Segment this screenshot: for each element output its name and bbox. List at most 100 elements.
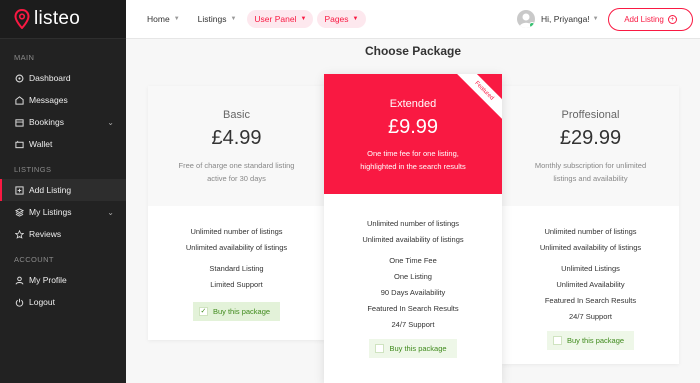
sidebar-item-label: Bookings	[29, 117, 64, 127]
package-card-professional: Proffesional £29.99 Monthly subscription…	[502, 86, 679, 364]
checkbox-icon	[552, 336, 562, 345]
add-listing-button[interactable]: Add Listing +	[608, 8, 693, 31]
nav-user-panel[interactable]: User Panel ▼	[247, 10, 314, 28]
feature-item: 24/7 Support	[391, 320, 435, 329]
nav-label: Pages	[324, 14, 349, 24]
feature-item: Featured In Search Results	[367, 304, 459, 313]
package-header: Basic £4.99 Free of charge one standard …	[148, 86, 325, 206]
feature-item: Unlimited number of listings	[366, 219, 460, 228]
feature-item: Standard Listing	[209, 264, 264, 273]
buy-label: Buy this package	[389, 344, 447, 353]
sidebar-item-wallet[interactable]: Wallet	[0, 133, 126, 155]
sidebar-item-bookings[interactable]: Bookings ⌄	[0, 111, 126, 133]
feature-item: 90 Days Availability	[380, 288, 446, 297]
avatar	[517, 10, 535, 28]
chevron-down-icon: ▼	[230, 16, 237, 22]
plus-circle-icon: +	[667, 15, 677, 24]
package-name: Basic	[223, 109, 250, 121]
buy-package-button[interactable]: Buy this package	[546, 331, 635, 350]
chevron-down-icon: ▼	[300, 16, 307, 22]
sidebar: listeo Main Dashboard Messages Bookings …	[0, 0, 126, 383]
sidebar-item-label: My Profile	[29, 275, 67, 285]
checkbox-icon	[375, 344, 385, 353]
sidebar-section-account: Account	[14, 255, 54, 264]
package-description: Free of charge one standard listing acti…	[148, 159, 325, 185]
nav-label: Listings	[197, 14, 227, 24]
package-name: Proffesional	[561, 109, 620, 121]
package-price: £4.99	[211, 127, 262, 149]
sidebar-item-logout[interactable]: Logout	[0, 291, 126, 313]
bookings-icon	[14, 117, 24, 127]
package-price: £9.99	[387, 116, 439, 138]
package-description: One time fee for one listing, highlighte…	[324, 147, 502, 173]
package-description-line: Free of charge one standard listing	[178, 161, 295, 170]
sidebar-item-label: Reviews	[29, 229, 62, 239]
add-listing-label: Add Listing	[624, 15, 664, 24]
power-icon	[14, 297, 24, 307]
chevron-down-icon: ▼	[592, 16, 599, 22]
package-header: Featured Extended £9.99 One time fee for…	[324, 74, 502, 194]
feature-item: Unlimited availability of listings	[362, 235, 464, 244]
feature-list: Unlimited number of listings Unlimited a…	[502, 206, 679, 350]
sidebar-item-messages[interactable]: Messages	[0, 89, 126, 111]
feature-item: One Time Fee	[389, 256, 437, 265]
chevron-down-icon: ▼	[173, 16, 180, 22]
buy-label: Buy this package	[566, 336, 625, 345]
chevron-down-icon: ⌄	[107, 117, 114, 127]
user-icon	[14, 275, 24, 285]
sidebar-item-reviews[interactable]: Reviews	[0, 223, 126, 245]
wallet-icon	[14, 139, 24, 149]
page-title: Choose Package	[364, 44, 462, 58]
sidebar-item-label: My Listings	[29, 207, 72, 217]
logo-text: listeo	[34, 8, 81, 29]
package-description-line: Monthly subscription for unlimited	[534, 161, 647, 170]
feature-item: Limited Support	[210, 280, 263, 289]
chevron-down-icon: ▼	[352, 16, 359, 22]
buy-package-button[interactable]: ✓ Buy this package	[192, 301, 281, 321]
feature-item: Unlimited availability of listings	[185, 243, 288, 252]
feature-item: Unlimited Availability	[556, 280, 625, 289]
package-description-line: One time fee for one listing,	[367, 149, 459, 158]
logo[interactable]: listeo	[0, 0, 126, 39]
top-header: Home ▼ Listings ▼ User Panel ▼ Pages ▼ Hi, P…	[126, 0, 700, 39]
nav-pages[interactable]: Pages ▼	[317, 10, 366, 28]
sidebar-item-my-listings[interactable]: My Listings ⌄	[0, 201, 126, 223]
package-price: £29.99	[559, 127, 622, 149]
package-card-extended: Featured Extended £9.99 One time fee for…	[324, 74, 502, 383]
feature-list: Unlimited number of listings Unlimited a…	[324, 194, 502, 358]
sidebar-item-label: Logout	[29, 297, 55, 307]
feature-list: Unlimited number of listings Unlimited a…	[148, 206, 325, 321]
sidebar-item-dashboard[interactable]: Dashboard	[0, 67, 126, 89]
sidebar-item-label: Wallet	[29, 139, 53, 149]
sidebar-item-my-profile[interactable]: My Profile	[0, 269, 126, 291]
sidebar-item-label: Add Listing	[29, 185, 72, 195]
package-card-basic: Basic £4.99 Free of charge one standard …	[148, 86, 325, 340]
feature-item: Featured In Search Results	[544, 296, 637, 305]
feature-item: Unlimited number of listings	[190, 227, 283, 236]
feature-item: 24/7 Support	[569, 312, 612, 321]
nav-home[interactable]: Home ▼	[140, 10, 187, 28]
online-status-dot	[529, 22, 535, 28]
nav-listings[interactable]: Listings ▼	[191, 10, 244, 28]
package-name: Extended	[389, 98, 437, 110]
sidebar-item-label: Dashboard	[29, 73, 71, 83]
package-description: Monthly subscription for unlimited listi…	[502, 159, 679, 185]
sidebar-section-listings: Listings	[14, 165, 52, 174]
messages-icon	[14, 95, 24, 105]
map-pin-icon	[14, 8, 30, 30]
nav-label: User Panel	[254, 14, 297, 24]
user-menu[interactable]: Hi, Priyanga! ▼	[517, 10, 599, 28]
my-listings-icon	[14, 207, 24, 217]
buy-label: Buy this package	[212, 306, 271, 316]
buy-package-button[interactable]: Buy this package	[369, 339, 457, 358]
feature-item: Unlimited Listings	[561, 264, 620, 273]
user-greeting: Hi, Priyanga!	[541, 14, 590, 24]
chevron-down-icon: ⌄	[107, 207, 114, 217]
star-icon	[14, 229, 24, 239]
sidebar-item-add-listing[interactable]: Add Listing	[0, 179, 126, 201]
dashboard-icon	[14, 73, 24, 83]
feature-item: Unlimited availability of listings	[539, 243, 642, 252]
sidebar-item-label: Messages	[29, 95, 68, 105]
package-description-line: listings and availability	[553, 174, 628, 183]
nav-label: Home	[147, 14, 170, 24]
